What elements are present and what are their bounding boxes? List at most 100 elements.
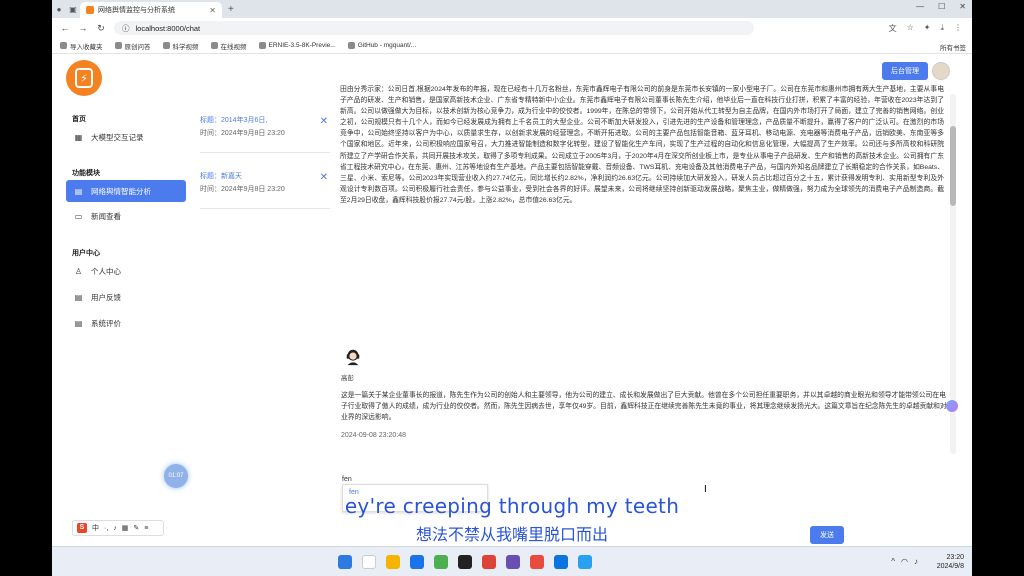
reload-icon[interactable]: ↻ — [96, 23, 106, 34]
site-info-icon[interactable]: ⓘ — [122, 23, 130, 34]
lightning-icon: ⚡ — [75, 68, 93, 88]
bookmark-icon — [114, 42, 122, 49]
browser-tab-bar: ● ▣ 网络舆情监控与分析系统 ✕ + — ☐ ✕ — [52, 0, 972, 18]
bookmark-label: 在线视频 — [220, 43, 247, 51]
tab-search-icon[interactable]: ▣ — [66, 5, 80, 14]
menu-icon[interactable]: ⋮ — [954, 23, 962, 34]
app-logo[interactable]: ⚡ — [66, 60, 102, 96]
edge-icon[interactable] — [410, 555, 424, 569]
history-item-title: 标题：新嘉天 — [200, 173, 242, 180]
bookmark-item[interactable]: 导入收藏夹 — [60, 41, 103, 51]
app-icon-2[interactable] — [554, 555, 568, 569]
url-text: localhost:8000/chat — [135, 23, 201, 33]
start-icon[interactable] — [338, 555, 352, 569]
taskbar-apps — [338, 555, 592, 569]
message-timestamp: 2024-09-08 23:20:48 — [341, 432, 406, 439]
sidebar-item-rating[interactable]: ▤ 系统评价 — [66, 312, 186, 334]
article-text: 田由分秀示家：公司日首,根据2024年发布的年报，现在已经有十几万名粉丝，东莞市… — [340, 86, 944, 204]
system-tray: ^ ◠ ♪ — [891, 557, 918, 566]
bookmark-icon — [347, 42, 355, 49]
avatar[interactable] — [932, 62, 950, 80]
divider — [200, 208, 330, 209]
sogou-tray-icon[interactable] — [530, 555, 544, 569]
clock-time: 23:20 — [946, 554, 964, 561]
wifi-icon[interactable]: ◠ — [901, 557, 908, 566]
sidebar-item-opinion-analysis[interactable]: ▤ 网络舆情智能分析 — [66, 180, 186, 202]
clock-date: 2024/9/8 — [936, 563, 964, 570]
chat-history-list: 标题：2014年3月6日, 时间：2024年9月8日 23:20 ✕ 标题：新嘉… — [200, 88, 330, 488]
close-icon[interactable]: ✕ — [320, 116, 328, 127]
bookmark-star-icon[interactable]: ☆ — [907, 23, 914, 34]
chat-input-text: fen — [342, 476, 352, 483]
divider — [200, 152, 330, 153]
sidebar: ⚡ 首页 ▦ 大模型交互记录 功能模块 ▤ 网络舆情智能分析 ▭ 新闻查看 用户… — [52, 54, 192, 546]
app-icon[interactable] — [434, 555, 448, 569]
bookmark-label: ERNIE-3.5-8K-Previe... — [268, 42, 336, 49]
bookmark-item[interactable]: GitHub - mgquant/... — [347, 42, 417, 49]
app: ⚡ 首页 ▦ 大模型交互记录 功能模块 ▤ 网络舆情智能分析 ▭ 新闻查看 用户… — [52, 54, 972, 546]
bookmark-item[interactable]: ERNIE-3.5-8K-Previe... — [258, 42, 336, 49]
download-icon[interactable]: ⤓ — [940, 23, 944, 34]
chrome-icon[interactable] — [482, 555, 496, 569]
bookmark-item[interactable]: 在线视频 — [210, 41, 247, 51]
bookmark-item[interactable]: 科学视频 — [162, 41, 199, 51]
extensions-icon[interactable]: ✦ — [924, 23, 931, 34]
search-icon[interactable] — [362, 555, 376, 569]
app-icon-3[interactable] — [578, 555, 592, 569]
right-letterbox — [972, 0, 1024, 576]
address-bar-actions: 文 ☆ ✦ ⤓ ⋮ — [889, 23, 962, 34]
bookmark-label: 科学视频 — [172, 43, 199, 51]
close-window-icon[interactable]: ✕ — [959, 2, 966, 11]
new-tab-icon[interactable]: + — [228, 4, 234, 15]
file-explorer-icon[interactable] — [386, 555, 400, 569]
taskbar: ^ ◠ ♪ 23:20 2024/9/8 — [52, 546, 972, 576]
grid-icon: ▦ — [74, 132, 83, 142]
sidebar-item-profile[interactable]: ♙ 个人中心 — [66, 260, 186, 282]
maximize-icon[interactable]: ☐ — [938, 2, 945, 11]
history-item[interactable]: 标题：新嘉天 时间：2024年9月8日 23:20 ✕ — [200, 172, 330, 194]
taskbar-clock[interactable]: 23:20 2024/9/8 — [937, 553, 964, 571]
news-icon: ▭ — [74, 211, 83, 221]
sidebar-item-feedback[interactable]: ▤ 用户反馈 — [66, 286, 186, 308]
qq-icon[interactable] — [458, 555, 472, 569]
minimize-icon[interactable]: — — [916, 2, 924, 11]
bot-avatar-icon — [346, 349, 360, 366]
admin-button[interactable]: 后台管理 — [882, 62, 928, 80]
sidebar-item-label: 新闻查看 — [91, 211, 121, 221]
assistant-ball[interactable]: 01:07 — [164, 464, 188, 488]
subtitle-chinese: 想法不禁从我嘴里脱口而出 — [415, 525, 608, 544]
tab-close-icon[interactable]: ✕ — [209, 6, 216, 15]
volume-icon[interactable]: ♪ — [914, 557, 918, 566]
left-letterbox — [0, 0, 52, 576]
browser-tab[interactable]: 网络舆情监控与分析系统 ✕ — [80, 2, 222, 18]
all-bookmarks-button[interactable]: 所有书签 — [940, 42, 966, 52]
doc-icon: ▤ — [74, 186, 83, 196]
feedback-icon: ▤ — [74, 292, 83, 302]
back-icon[interactable]: ← — [60, 23, 70, 33]
window-controls: — ☐ ✕ — [916, 2, 966, 11]
bookmark-label: GitHub - mgquant/... — [357, 42, 417, 49]
bookmark-icon — [258, 42, 266, 49]
browser-address-bar: ← → ↻ ⓘ localhost:8000/chat 文 ☆ ✦ ⤓ ⋮ — [52, 18, 972, 38]
tray-chevron-icon[interactable]: ^ — [891, 557, 895, 566]
history-item-date: 时间：2024年9月8日 23:20 — [200, 186, 285, 193]
scrollbar-thumb[interactable] — [950, 126, 956, 206]
profile-icon[interactable]: ● — [52, 5, 66, 14]
history-item[interactable]: 标题：2014年3月6日, 时间：2024年9月8日 23:20 ✕ — [200, 116, 330, 138]
sidebar-item-llm-records[interactable]: ▦ 大模型交互记录 — [66, 126, 186, 148]
close-icon[interactable]: ✕ — [320, 172, 328, 183]
assistant-answer: 这是一篇关于某企业董事长的报道，陈先生作为公司的创始人和主要领导，他为公司的建立… — [341, 392, 947, 421]
tab-title: 网络舆情监控与分析系统 — [98, 7, 175, 14]
bookmark-item[interactable]: 原创问答 — [114, 41, 151, 51]
sidebar-item-label: 网络舆情智能分析 — [91, 186, 151, 196]
tab-favicon-icon — [86, 6, 94, 14]
history-item-title: 标题：2014年3月6日, — [200, 117, 268, 124]
floating-assistant-icon[interactable] — [946, 400, 958, 412]
forward-icon[interactable]: → — [78, 23, 88, 33]
url-field[interactable]: ⓘ localhost:8000/chat — [114, 21, 754, 35]
rating-icon: ▤ — [74, 318, 83, 328]
user-icon: ♙ — [74, 266, 83, 276]
translate-icon[interactable]: 文 — [889, 23, 897, 34]
ide-icon[interactable] — [506, 555, 520, 569]
sidebar-item-news[interactable]: ▭ 新闻查看 — [66, 205, 186, 227]
